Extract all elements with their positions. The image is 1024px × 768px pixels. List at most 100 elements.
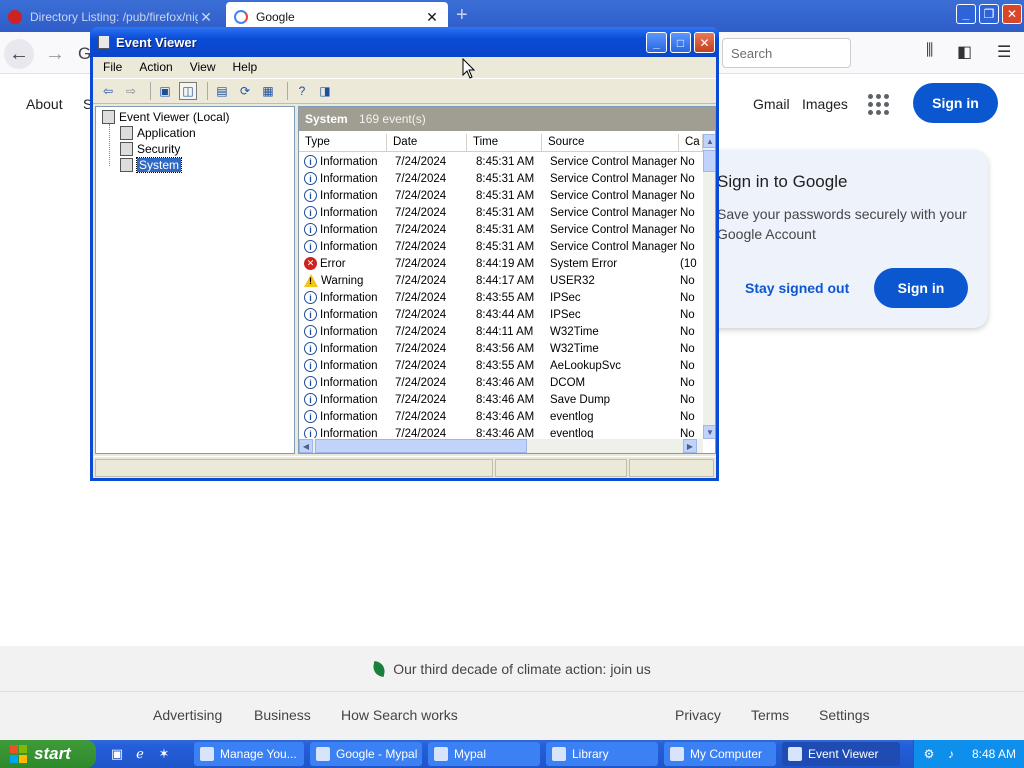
tree-item-application[interactable]: Application [120,125,196,141]
minimize-button[interactable]: _ [956,4,976,24]
table-row[interactable]: i Information 7/24/2024 8:45:31 AM Service C… [299,187,703,204]
back-arrow-icon[interactable]: ⇦ [99,82,117,100]
gmail-link[interactable]: Gmail [753,96,790,112]
taskbar-item-manage[interactable]: Manage You... [194,742,304,766]
table-row[interactable]: i Information 7/24/2024 8:45:31 AM Service C… [299,153,703,170]
clock[interactable]: 8:48 AM [972,747,1016,761]
restore-button[interactable]: ❐ [979,4,999,24]
internet-explorer-icon[interactable]: ℯ [131,745,149,763]
card-sign-in-button[interactable]: Sign in [874,268,968,308]
column-time[interactable]: Time [467,134,542,151]
tree-root[interactable]: Event Viewer (Local) [102,109,230,125]
scroll-right-icon[interactable]: ▶ [683,439,697,453]
library-icon[interactable]: ⫼ [926,42,933,60]
table-row[interactable]: i Information 7/24/2024 8:43:55 AM AeLookupS… [299,357,703,374]
table-row[interactable]: i Information 7/24/2024 8:45:31 AM Service C… [299,221,703,238]
terms-link[interactable]: Terms [751,707,789,723]
table-row[interactable]: i Information 7/24/2024 8:43:46 AM eventlog N… [299,425,703,438]
table-row[interactable]: i Information 7/24/2024 8:44:11 AM W32Time No [299,323,703,340]
taskbar-item-event-viewer[interactable]: Event Viewer [782,742,900,766]
privacy-link[interactable]: Privacy [675,707,721,723]
advertising-link[interactable]: Advertising [153,707,222,723]
how-search-works-link[interactable]: How Search works [341,707,458,723]
scroll-up-icon[interactable]: ▲ [703,134,715,148]
forward-arrow-icon[interactable]: ⇨ [122,82,140,100]
sign-in-button[interactable]: Sign in [913,83,998,123]
back-button[interactable]: ← [4,39,34,69]
close-button[interactable]: ✕ [694,32,715,53]
up-folder-icon[interactable]: ▣ [156,82,174,100]
mypal-icon[interactable]: ✶ [155,745,173,763]
vertical-scrollbar[interactable]: ▲ ▼ [703,134,715,439]
cell-category: No [680,308,695,321]
close-icon[interactable]: ✕ [198,9,214,26]
table-row[interactable]: i Information 7/24/2024 8:43:44 AM IPSec No [299,306,703,323]
cell-source: Service Control Manager [550,189,678,202]
table-row[interactable]: i Information 7/24/2024 8:43:56 AM W32Time No [299,340,703,357]
information-icon: i [304,393,317,406]
about-link[interactable]: About [26,96,63,112]
table-row[interactable]: i Information 7/24/2024 8:45:31 AM Service C… [299,204,703,221]
network-icon[interactable]: ⚙ [922,747,936,761]
show-hide-tree-icon[interactable]: ◫ [179,82,197,100]
stay-signed-out-button[interactable]: Stay signed out [745,280,849,296]
table-row[interactable]: i Information 7/24/2024 8:43:46 AM Save Dump… [299,391,703,408]
column-category[interactable]: Ca [679,134,703,151]
cell-source: W32Time [550,342,599,355]
scroll-thumb[interactable] [315,439,527,453]
menu-action[interactable]: Action [139,57,172,77]
tree-item-system[interactable]: System [120,157,183,173]
settings-link[interactable]: Settings [819,707,870,723]
table-row[interactable]: i Information 7/24/2024 8:43:46 AM eventlog N… [299,408,703,425]
apps-grid-icon[interactable] [868,94,890,116]
taskbar-item-library[interactable]: Library [546,742,658,766]
maximize-button[interactable]: □ [670,32,691,53]
show-desktop-icon[interactable]: ▣ [108,745,126,763]
action-pane-icon[interactable]: ◨ [316,82,334,100]
volume-icon[interactable]: ♪ [944,747,958,761]
scroll-left-icon[interactable]: ◀ [299,439,313,453]
column-type[interactable]: Type [299,134,387,151]
business-link[interactable]: Business [254,707,311,723]
column-source[interactable]: Source [542,134,679,151]
table-row[interactable]: i Information 7/24/2024 8:45:31 AM Service C… [299,170,703,187]
menu-view[interactable]: View [190,57,216,77]
close-window-button[interactable]: ✕ [1002,4,1022,24]
cell-category: No [680,325,695,338]
images-link[interactable]: Images [802,96,848,112]
scroll-thumb[interactable] [703,150,715,172]
sidebar-icon[interactable]: ◧ [957,42,972,62]
column-date[interactable]: Date [387,134,467,151]
new-tab-button[interactable]: + [456,4,468,26]
menu-file[interactable]: File [103,57,122,77]
menu-help[interactable]: Help [233,57,258,77]
minimize-button[interactable]: _ [646,32,667,53]
close-icon[interactable]: ✕ [424,9,440,26]
table-row[interactable]: ✕ Error 7/24/2024 8:44:19 AM System Error (10 [299,255,703,272]
horizontal-scrollbar[interactable]: ◀ ▶ [299,439,703,453]
console-tree: Event Viewer (Local) Application Securit… [95,106,295,454]
table-row[interactable]: Warning 7/24/2024 8:44:17 AM USER32 No [299,272,703,289]
computer-icon [670,747,684,761]
scroll-down-icon[interactable]: ▼ [703,425,715,439]
taskbar-item-my-computer[interactable]: My Computer [664,742,776,766]
start-button[interactable]: start [0,740,96,768]
refresh-icon[interactable]: ⟳ [236,82,254,100]
taskbar-item-google-mypal[interactable]: Google - Mypal [310,742,422,766]
leaf-icon [372,660,387,677]
table-row[interactable]: i Information 7/24/2024 8:43:55 AM IPSec No [299,289,703,306]
toolbar-separator [287,82,288,100]
tree-item-security[interactable]: Security [120,141,180,157]
export-list-icon[interactable]: ▦ [259,82,277,100]
climate-banner[interactable]: Our third decade of climate action: join… [0,646,1024,692]
forward-button[interactable]: → [40,39,70,69]
event-viewer-title-bar[interactable]: Event Viewer _ □ ✕ [90,27,719,57]
search-input[interactable]: Search [722,38,851,68]
table-row[interactable]: i Information 7/24/2024 8:45:31 AM Service C… [299,238,703,255]
help-icon[interactable]: ? [293,82,311,100]
table-row[interactable]: i Information 7/24/2024 8:43:46 AM DCOM No [299,374,703,391]
menu-icon[interactable]: ☰ [997,42,1011,62]
properties-icon[interactable]: ▤ [213,82,231,100]
column-headers: Type Date Time Source Ca [299,134,703,152]
taskbar-item-mypal[interactable]: Mypal [428,742,540,766]
